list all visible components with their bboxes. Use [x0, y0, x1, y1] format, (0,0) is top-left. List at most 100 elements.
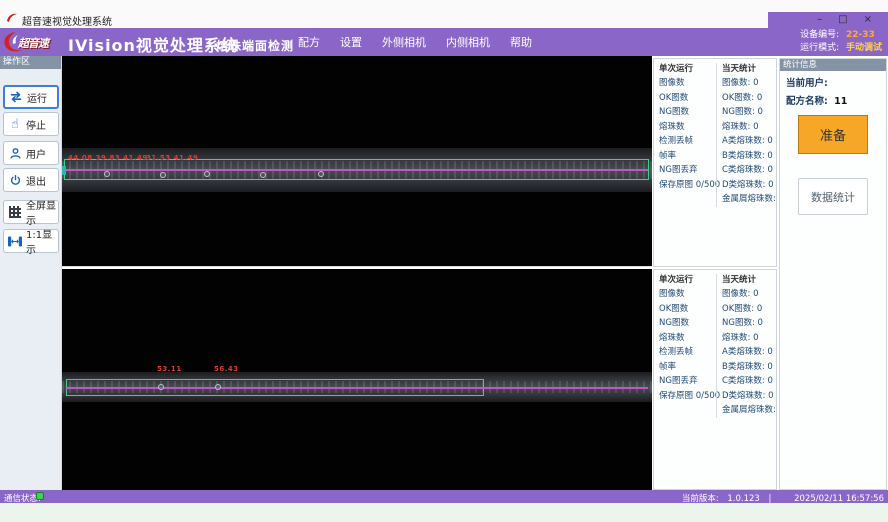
weld-bead-strip — [62, 372, 652, 402]
stat-row: 检测丢帧 — [659, 345, 715, 360]
hand-icon: ☝ — [7, 117, 23, 131]
stat-row: 帧率 — [659, 149, 715, 164]
single-run-title: 单次运行 — [659, 274, 715, 287]
data-statistics-button[interactable]: 数据统计 — [798, 178, 868, 215]
stat-row: C类熔珠数: 0 — [722, 374, 776, 389]
run-button[interactable]: 运行 — [3, 85, 59, 109]
measurement-annotation: 53.11 — [157, 365, 182, 373]
maximize-button[interactable]: □ — [838, 12, 847, 28]
info-panel-title: 统计信息 — [780, 59, 886, 71]
run-mode-value: 手动调试 — [846, 43, 882, 53]
device-number-row: 设备编号: 22-33 — [800, 29, 882, 42]
app-icon — [6, 12, 18, 24]
menu-item[interactable]: 设置 — [340, 34, 362, 50]
stat-row: 保存原图 0/500 — [659, 389, 715, 404]
bead-marker — [104, 171, 110, 177]
stat-row: OK图数 — [659, 91, 715, 106]
stat-row: OK图数 — [659, 302, 715, 317]
seam-centerline — [66, 387, 648, 389]
minimize-button[interactable]: – — [817, 12, 822, 28]
today-stats-column: 当天统计 图像数: 0OK图数: 0NG图数: 0熔珠数: 0A类熔珠数: 0B… — [716, 274, 776, 418]
sync-icon — [8, 90, 24, 104]
menu-bar: 配方 设置 外侧相机 内侧相机 帮助 — [298, 28, 532, 56]
one-to-one-button-label: 1:1显示 — [26, 226, 58, 256]
exit-button-label: 退出 — [26, 173, 46, 188]
power-icon — [7, 173, 23, 187]
device-info: 设备编号: 22-33 运行模式: 手动调试 — [800, 29, 882, 55]
measurement-annotation: 56.43 — [214, 365, 239, 373]
menu-item[interactable]: 内侧相机 — [446, 34, 490, 50]
run-mode-row: 运行模式: 手动调试 — [800, 42, 882, 55]
stat-row: B类熔珠数: 0 — [722, 149, 776, 164]
stat-row: 熔珠数: 0 — [722, 120, 776, 135]
stat-row: 帧率 — [659, 360, 715, 375]
inner-camera-image-panel: 53.11 56.43 — [62, 269, 652, 490]
device-number-label: 设备编号: — [800, 30, 839, 40]
fullscreen-button-label: 全屏显示 — [26, 197, 58, 227]
stat-row: NG图数 — [659, 316, 715, 331]
menu-item[interactable]: 配方 — [298, 34, 320, 50]
brand-logo: 超音速 — [2, 29, 64, 55]
recipe-name-value: 11 — [834, 96, 847, 107]
recipe-name-row: 配方名称: 11 — [780, 89, 886, 107]
statistics-info-panel: 统计信息 当前用户: 配方名称: 11 准备 数据统计 — [779, 58, 887, 490]
bead-marker — [318, 171, 324, 177]
recipe-name-label: 配方名称: — [786, 96, 828, 107]
run-mode-label: 运行模式: — [800, 43, 839, 53]
stats-panel-inner: 单次运行 图像数OK图数NG图数熔珠数检测丢帧帧率NG图丢弃保存原图 0/500… — [653, 269, 777, 490]
stats-panel-outer: 单次运行 图像数OK图数NG图数熔珠数检测丢帧帧率NG图丢弃保存原图 0/500… — [653, 58, 777, 267]
stat-row: A类熔珠数: 0 — [722, 345, 776, 360]
single-run-title: 单次运行 — [659, 63, 715, 76]
bead-marker — [260, 172, 266, 178]
stat-row: OK图数: 0 — [722, 91, 776, 106]
status-bar: 通信状态: 当前版本: 1.0.123 | 2025/02/11 16:57:5… — [0, 490, 888, 503]
run-button-label: 运行 — [27, 90, 47, 105]
bottom-strip — [0, 503, 888, 522]
stat-row: 图像数: 0 — [722, 287, 776, 302]
user-button-label: 用户 — [26, 146, 46, 161]
stat-row: B类熔珠数: 0 — [722, 360, 776, 375]
fullscreen-button[interactable]: 全屏显示 — [3, 200, 59, 224]
stat-row: OK图数: 0 — [722, 302, 776, 317]
stat-row: D类熔珠数: 0 — [722, 389, 776, 404]
stat-row: NG图数: 0 — [722, 316, 776, 331]
exit-button[interactable]: 退出 — [3, 168, 59, 192]
stat-row: C类熔珠数: 0 — [722, 163, 776, 178]
stat-row: A类熔珠数: 0 — [722, 134, 776, 149]
measurement-annotation: 44.08 39.83 41.49 — [68, 154, 148, 162]
user-icon — [7, 146, 23, 160]
stat-row: 图像数 — [659, 287, 715, 302]
window-title: 超音速视觉处理系统 — [22, 13, 112, 28]
stop-button[interactable]: ☝ 停止 — [3, 112, 59, 136]
operation-sidebar: 操作区 运行 ☝ 停止 用户 — [0, 56, 62, 490]
stat-row: 金属屑熔珠数: 0 — [722, 403, 776, 418]
stat-row: NG图数 — [659, 105, 715, 120]
stat-row: 图像数 — [659, 76, 715, 91]
seam-centerline — [65, 169, 648, 171]
device-number-value: 22-33 — [846, 30, 875, 40]
app-header: 超音速 IVision视觉处理系统 熔珠端面检测 配方 设置 外侧相机 内侧相机… — [0, 28, 888, 56]
logo-text: 超音速 — [18, 35, 48, 51]
stop-button-label: 停止 — [26, 117, 46, 132]
today-stats-title: 当天统计 — [722, 274, 776, 287]
one-to-one-button[interactable]: 1:1显示 — [3, 229, 59, 253]
bead-marker — [215, 384, 221, 390]
titlebar: 超音速视觉处理系统 – □ × — [0, 0, 888, 28]
measurement-annotation: 31.53 41.49 — [146, 154, 198, 162]
stat-row: D类熔珠数: 0 — [722, 178, 776, 193]
one-to-one-icon — [7, 234, 23, 248]
current-user-label: 当前用户: — [786, 78, 828, 89]
today-stats-column: 当天统计 图像数: 0OK图数: 0NG图数: 0熔珠数: 0A类熔珠数: 0B… — [716, 63, 776, 207]
close-button[interactable]: × — [864, 12, 872, 28]
user-button[interactable]: 用户 — [3, 141, 59, 165]
stat-row: NG图丢弃 — [659, 163, 715, 178]
current-user-row: 当前用户: — [780, 71, 886, 89]
menu-item[interactable]: 外侧相机 — [382, 34, 426, 50]
single-run-column: 单次运行 图像数OK图数NG图数熔珠数检测丢帧帧率NG图丢弃保存原图 0/500 — [659, 63, 715, 192]
menu-item[interactable]: 帮助 — [510, 34, 532, 50]
window-controls: – □ × — [768, 12, 888, 28]
prepare-button[interactable]: 准备 — [798, 115, 868, 154]
stat-row: NG图数: 0 — [722, 105, 776, 120]
bead-marker — [158, 384, 164, 390]
app-title: IVision视觉处理系统 — [68, 32, 238, 56]
